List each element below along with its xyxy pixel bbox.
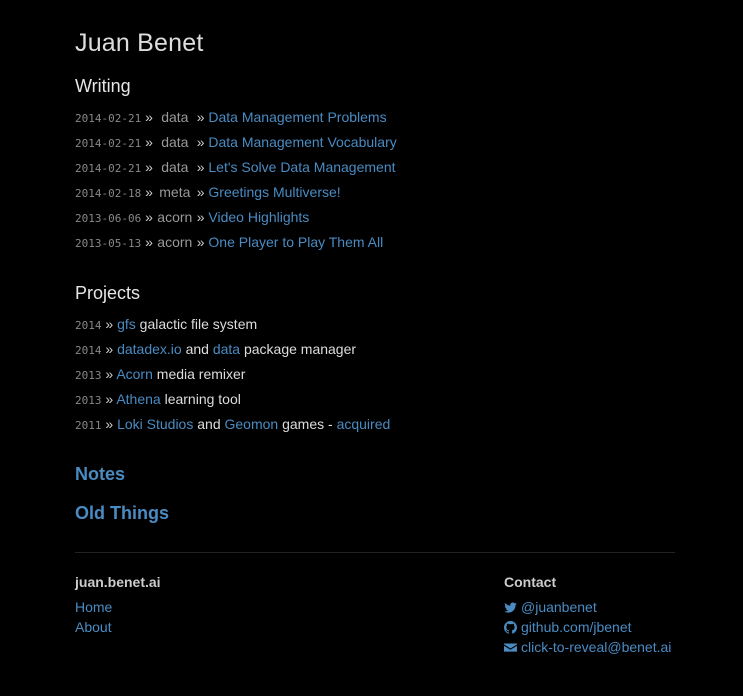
footer-home-link[interactable]: Home bbox=[75, 599, 161, 619]
project-year: 2011 bbox=[75, 419, 102, 432]
separator: » bbox=[196, 234, 205, 250]
post-item: 2014-02-21 » data » Let's Solve Data Man… bbox=[75, 157, 397, 182]
post-category: acorn bbox=[157, 209, 193, 225]
envelope-icon bbox=[504, 641, 517, 654]
github-handle: github.com/jbenet bbox=[521, 619, 632, 635]
post-item: 2014-02-21 » data » Data Management Voca… bbox=[75, 132, 397, 157]
separator: » bbox=[145, 184, 153, 200]
email-address: click-to-reveal@benet.ai bbox=[521, 639, 672, 655]
projects-list: 2014 » gfs galactic file system 2014 » d… bbox=[75, 314, 390, 439]
post-date: 2014-02-21 bbox=[75, 112, 142, 125]
post-item: 2013-05-13 » acorn » One Player to Play … bbox=[75, 232, 397, 257]
separator: » bbox=[196, 184, 205, 200]
separator: » bbox=[105, 391, 114, 407]
twitter-handle: @juanbenet bbox=[521, 599, 597, 615]
writing-list: 2014-02-21 » data » Data Management Prob… bbox=[75, 107, 397, 257]
project-item: 2013 » Athena learning tool bbox=[75, 389, 390, 414]
separator: » bbox=[196, 209, 205, 225]
post-link[interactable]: Let's Solve Data Management bbox=[208, 159, 395, 175]
writing-heading: Writing bbox=[75, 76, 131, 96]
post-date: 2014-02-21 bbox=[75, 137, 142, 150]
project-year: 2013 bbox=[75, 394, 102, 407]
project-item: 2013 » Acorn media remixer bbox=[75, 364, 390, 389]
project-link[interactable]: gfs bbox=[117, 316, 136, 332]
separator: » bbox=[105, 416, 114, 432]
twitter-icon bbox=[504, 601, 517, 614]
project-link[interactable]: datadex.io bbox=[117, 341, 182, 357]
project-year: 2014 bbox=[75, 319, 102, 332]
post-link[interactable]: One Player to Play Them All bbox=[208, 234, 383, 250]
notes-link[interactable]: Notes bbox=[75, 464, 125, 485]
separator: » bbox=[145, 159, 153, 175]
post-link[interactable]: Greetings Multiverse! bbox=[208, 184, 340, 200]
project-description: games - bbox=[282, 416, 333, 432]
post-category: data bbox=[161, 134, 189, 150]
separator: » bbox=[105, 341, 114, 357]
project-link[interactable]: Geomon bbox=[225, 416, 279, 432]
project-link[interactable]: Athena bbox=[116, 391, 160, 407]
post-item: 2014-02-18 » meta » Greetings Multiverse… bbox=[75, 182, 397, 207]
project-description: galactic file system bbox=[139, 316, 258, 332]
separator: » bbox=[145, 209, 153, 225]
project-year: 2013 bbox=[75, 369, 102, 382]
separator: » bbox=[145, 234, 153, 250]
footer-site-column: juan.benet.ai Home About bbox=[75, 574, 161, 639]
project-description: package manager bbox=[243, 341, 357, 357]
post-item: 2014-02-21 » data » Data Management Prob… bbox=[75, 107, 397, 132]
twitter-link[interactable]: @juanbenet bbox=[504, 599, 671, 619]
post-date: 2014-02-18 bbox=[75, 187, 142, 200]
projects-heading: Projects bbox=[75, 283, 141, 303]
separator: » bbox=[105, 366, 114, 382]
site-title: Juan Benet bbox=[75, 29, 204, 57]
footer-about-link[interactable]: About bbox=[75, 619, 161, 639]
post-category: acorn bbox=[157, 234, 193, 250]
separator: » bbox=[105, 316, 114, 332]
footer-site-name: juan.benet.ai bbox=[75, 574, 161, 590]
old-things-link[interactable]: Old Things bbox=[75, 503, 169, 524]
separator: » bbox=[196, 109, 205, 125]
project-item: 2014 » datadex.io and data package manag… bbox=[75, 339, 390, 364]
post-link[interactable]: Video Highlights bbox=[208, 209, 309, 225]
separator: » bbox=[145, 109, 153, 125]
post-date: 2013-06-06 bbox=[75, 212, 142, 225]
project-description: and bbox=[185, 341, 209, 357]
post-date: 2013-05-13 bbox=[75, 237, 142, 250]
project-year: 2014 bbox=[75, 344, 102, 357]
project-description: and bbox=[197, 416, 221, 432]
contact-heading: Contact bbox=[504, 574, 557, 590]
separator: » bbox=[196, 159, 205, 175]
project-description: learning tool bbox=[164, 391, 241, 407]
post-category: data bbox=[161, 109, 189, 125]
separator: » bbox=[196, 134, 205, 150]
email-link[interactable]: click-to-reveal@benet.ai bbox=[504, 639, 671, 659]
project-link[interactable]: data bbox=[213, 341, 240, 357]
post-category: data bbox=[161, 159, 189, 175]
project-item: 2014 » gfs galactic file system bbox=[75, 314, 390, 339]
github-icon bbox=[504, 621, 517, 634]
project-description: media remixer bbox=[156, 366, 246, 382]
project-link[interactable]: Loki Studios bbox=[117, 416, 193, 432]
project-link[interactable]: Acorn bbox=[116, 366, 153, 382]
post-item: 2013-06-06 » acorn » Video Highlights bbox=[75, 207, 397, 232]
separator: » bbox=[145, 134, 153, 150]
footer-divider bbox=[75, 552, 675, 553]
post-date: 2014-02-21 bbox=[75, 162, 142, 175]
project-link[interactable]: acquired bbox=[337, 416, 391, 432]
footer-contact-column: Contact @juanbenet github.com/jbenet cli… bbox=[504, 574, 671, 659]
post-link[interactable]: Data Management Vocabulary bbox=[208, 134, 396, 150]
post-category: meta bbox=[159, 184, 191, 200]
github-link[interactable]: github.com/jbenet bbox=[504, 619, 671, 639]
post-link[interactable]: Data Management Problems bbox=[208, 109, 386, 125]
project-item: 2011 » Loki Studios and Geomon games - a… bbox=[75, 414, 390, 439]
